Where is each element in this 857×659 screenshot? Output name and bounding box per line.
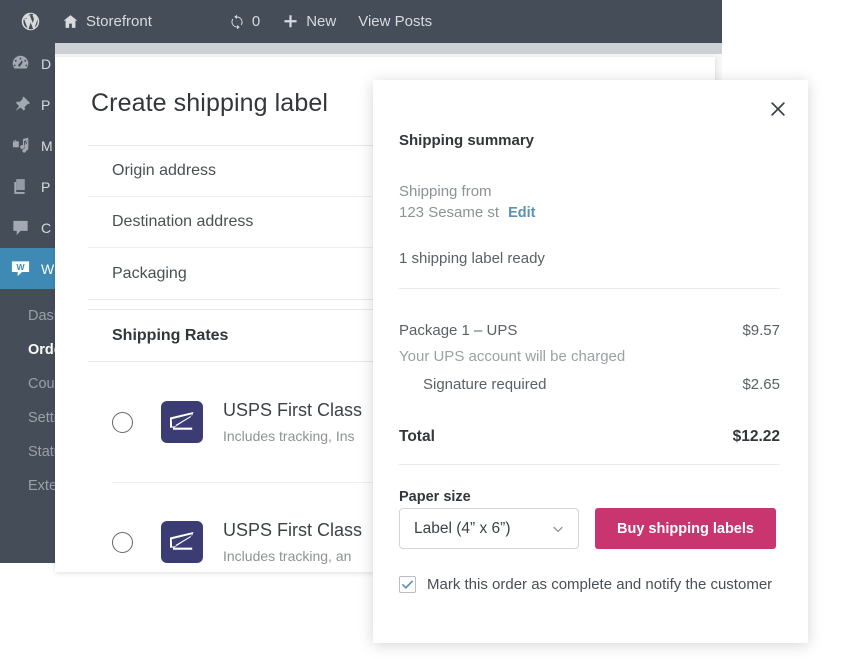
package-charge-note: Your UPS account will be charged — [399, 348, 626, 365]
sidebar-item-label: D — [41, 55, 52, 72]
rate-subtitle: Includes tracking, Ins — [223, 428, 355, 444]
accordion-label: Packaging — [112, 264, 187, 282]
signature-label: Signature required — [423, 376, 547, 393]
sidebar-subitem-label: Exter — [28, 478, 55, 494]
view-posts-label: View Posts — [358, 13, 433, 30]
rate-title: USPS First Class — [223, 400, 363, 420]
shipping-summary-modal: Shipping summary Shipping from 123 Sesam… — [373, 80, 808, 643]
sidebar-item-pages[interactable]: P — [0, 166, 55, 207]
total-amount: $12.22 — [732, 428, 780, 445]
shipping-from-label: Shipping from — [399, 183, 492, 200]
sidebar-item-woocommerce[interactable]: W W — [0, 248, 55, 289]
modal-action-row: Label (4” x 6”) Buy shipping labels — [399, 508, 776, 549]
mark-complete-row[interactable]: Mark this order as complete and notify t… — [399, 576, 772, 593]
rate-text-block: USPS First Class Includes tracking, an — [223, 520, 362, 564]
mark-complete-label: Mark this order as complete and notify t… — [427, 576, 773, 593]
admin-bar-underline — [18, 43, 722, 54]
svg-text:W: W — [16, 262, 25, 272]
plus-icon — [282, 13, 299, 30]
sidebar-item-media[interactable]: M — [0, 125, 55, 166]
sidebar-item-comments[interactable]: C — [0, 207, 55, 248]
new-content-button[interactable]: New — [271, 0, 347, 43]
admin-bar: Storefront 0 New View Posts — [0, 0, 722, 43]
accordion-label: Destination address — [112, 213, 254, 230]
accordion-label: Origin address — [112, 162, 217, 179]
comments-icon — [9, 218, 32, 237]
mark-complete-checkbox[interactable] — [399, 576, 416, 593]
sidebar-subitem-label: Orde — [28, 342, 55, 358]
labels-ready-status: 1 shipping label ready — [399, 250, 545, 267]
updates-count: 0 — [251, 13, 261, 30]
package-label: Package 1 – UPS — [399, 322, 518, 339]
chevron-down-icon — [550, 521, 566, 537]
edit-address-link[interactable]: Edit — [508, 205, 535, 221]
paper-size-select[interactable]: Label (4” x 6”) — [399, 508, 579, 549]
admin-sidebar: D P M P C W W Dash Orde Coup — [0, 43, 55, 563]
divider — [399, 288, 780, 289]
rate-subtitle: Includes tracking, an — [223, 548, 352, 564]
sidebar-subitem-dashboard[interactable]: Dash — [0, 299, 55, 333]
usps-logo-icon — [161, 401, 203, 443]
buy-shipping-labels-button[interactable]: Buy shipping labels — [595, 508, 776, 549]
page-title: Create shipping label — [91, 89, 328, 117]
sidebar-item-label: C — [41, 219, 52, 236]
package-amount: $9.57 — [742, 322, 780, 339]
view-posts-button[interactable]: View Posts — [347, 0, 443, 43]
wordpress-logo-button[interactable] — [10, 0, 51, 43]
sidebar-subitem-orders[interactable]: Orde — [0, 333, 55, 367]
modal-heading: Shipping summary — [399, 132, 535, 149]
sidebar-subitem-label: Dash — [28, 308, 55, 324]
woocommerce-icon: W — [9, 258, 32, 279]
sidebar-item-label: M — [41, 137, 53, 154]
cost-row-total: Total $12.22 — [399, 428, 780, 446]
shipping-from-address: 123 Sesame st — [399, 204, 500, 221]
cost-row-package: Package 1 – UPS $9.57 — [399, 322, 780, 339]
site-name-button[interactable]: Storefront — [51, 0, 163, 43]
pages-icon — [9, 177, 32, 196]
sidebar-subitem-label: Statu — [28, 444, 55, 460]
total-label: Total — [399, 428, 435, 445]
rate-radio-button[interactable] — [112, 411, 133, 433]
sidebar-subitem-label: Setti — [28, 410, 55, 426]
rate-text-block: USPS First Class Includes tracking, Ins — [223, 400, 362, 444]
dashboard-icon — [9, 54, 32, 73]
pin-icon — [9, 95, 32, 114]
sidebar-item-label: W — [41, 260, 55, 277]
shipping-from-row: 123 Sesame st Edit — [399, 204, 780, 221]
sidebar-subitem-extensions[interactable]: Exter — [0, 469, 55, 503]
usps-logo-icon — [161, 521, 203, 563]
home-icon — [62, 13, 79, 30]
sidebar-subitem-status[interactable]: Statu — [0, 435, 55, 469]
media-icon — [9, 136, 32, 155]
paper-size-label: Paper size — [399, 489, 471, 505]
sidebar-subitem-settings[interactable]: Setti — [0, 401, 55, 435]
paper-size-value: Label (4” x 6”) — [414, 519, 511, 537]
divider — [399, 464, 780, 465]
close-icon[interactable] — [763, 94, 793, 124]
cost-row-signature: Signature required $2.65 — [399, 376, 780, 393]
sidebar-item-dashboard[interactable]: D — [0, 43, 55, 84]
new-content-label: New — [306, 13, 337, 30]
updates-icon — [229, 14, 245, 30]
wordpress-logo-icon — [21, 12, 40, 31]
sidebar-subitem-label: Coup — [28, 376, 55, 392]
rate-title: USPS First Class — [223, 520, 363, 540]
rate-radio-button[interactable] — [112, 531, 133, 553]
site-name-label: Storefront — [86, 13, 152, 30]
updates-button[interactable]: 0 — [218, 0, 271, 43]
sidebar-item-label: P — [41, 178, 51, 195]
sidebar-item-label: P — [41, 96, 51, 113]
signature-amount: $2.65 — [742, 376, 780, 393]
sidebar-subitem-coupons[interactable]: Coup — [0, 367, 55, 401]
sidebar-item-posts[interactable]: P — [0, 84, 55, 125]
